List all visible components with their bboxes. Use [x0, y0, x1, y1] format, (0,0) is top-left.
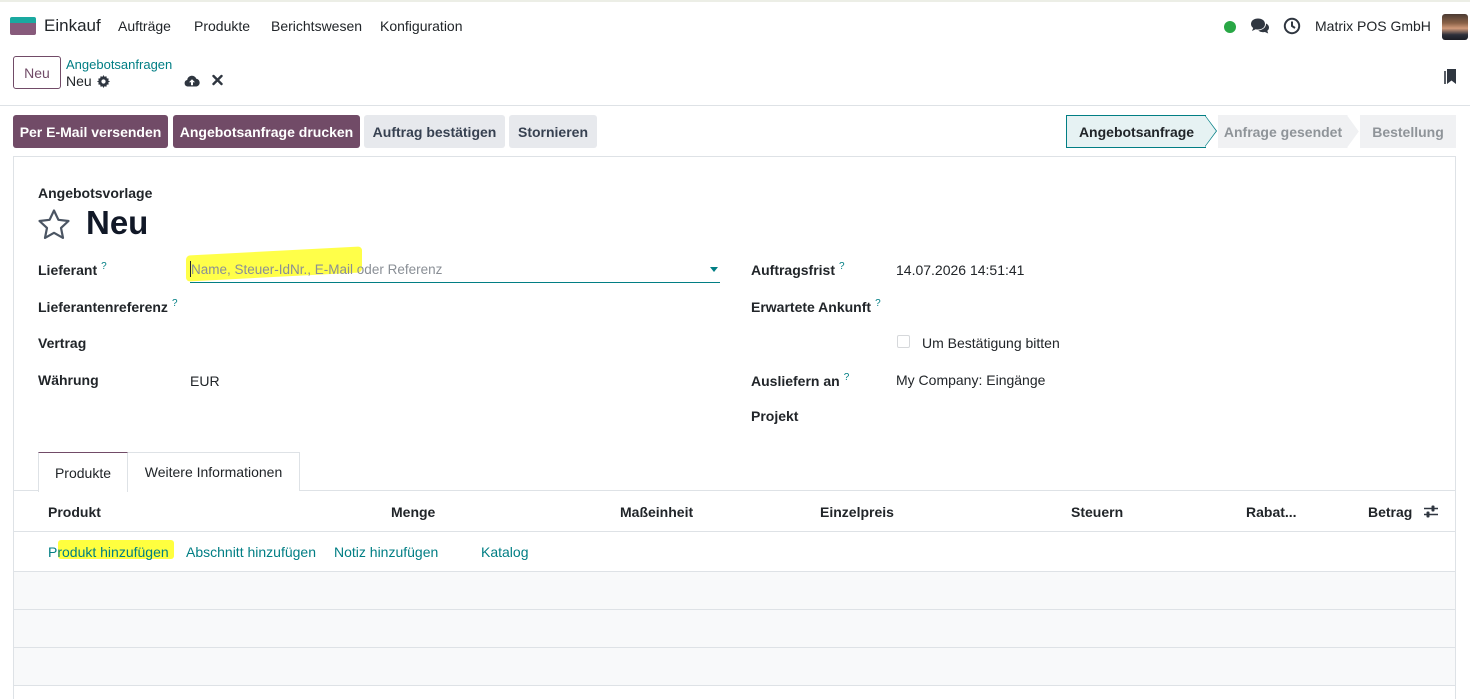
order-deadline-field[interactable]: 14.07.2026 14:51:41	[896, 262, 1024, 278]
stage-rfq-sent[interactable]: Anfrage gesendet	[1218, 115, 1348, 148]
stage-arrow-fill	[1205, 116, 1216, 146]
order-deadline-label: Auftragsfrist?	[751, 261, 845, 278]
column-unit-price[interactable]: Einzelpreis	[820, 504, 894, 520]
add-note-link[interactable]: Notiz hinzufügen	[334, 544, 438, 560]
add-product-link[interactable]: Produkt hinzufügen	[48, 544, 169, 560]
company-switcher[interactable]: Matrix POS GmbH	[1315, 18, 1431, 34]
column-uom[interactable]: Maßeinheit	[620, 504, 693, 520]
stage-chevron	[1347, 115, 1361, 148]
deliver-to-label: Ausliefern an?	[751, 372, 850, 389]
menu-item-configuration[interactable]: Konfiguration	[380, 18, 463, 34]
app-name[interactable]: Einkauf	[44, 16, 101, 36]
menu-item-orders[interactable]: Aufträge	[118, 18, 171, 34]
cancel-button[interactable]: Stornieren	[509, 115, 597, 148]
column-taxes[interactable]: Steuern	[1071, 504, 1123, 520]
tab-other-info[interactable]: Weitere Informationen	[128, 452, 300, 491]
confirm-order-button[interactable]: Auftrag bestätigen	[364, 115, 505, 148]
notebook-tabs: Produkte Weitere Informationen	[14, 452, 1455, 492]
bookmark-icon[interactable]	[1444, 68, 1457, 85]
dropdown-caret-icon[interactable]	[710, 267, 718, 272]
discard-icon[interactable]	[212, 74, 223, 86]
new-button[interactable]: Neu	[13, 56, 61, 89]
add-section-link[interactable]: Abschnitt hinzufügen	[186, 544, 316, 560]
clock-icon[interactable]	[1283, 17, 1301, 35]
vendor-reference-label: Lieferantenreferenz?	[38, 298, 178, 315]
control-panel: Neu Angebotsanfragen Neu	[0, 48, 1470, 106]
column-quantity[interactable]: Menge	[391, 504, 435, 520]
project-label: Projekt	[751, 408, 799, 424]
ask-confirmation-checkbox[interactable]	[897, 335, 910, 348]
empty-table-row	[14, 648, 1455, 686]
empty-table-row	[14, 610, 1455, 648]
status-bar: Per E-Mail versenden Angebotsanfrage dru…	[0, 106, 1470, 156]
record-title: Neu	[86, 204, 149, 241]
purchase-app-icon[interactable]	[10, 17, 36, 35]
vendor-label: Lieferant?	[38, 261, 107, 278]
user-avatar[interactable]	[1442, 14, 1468, 40]
stage-rfq[interactable]: Angebotsanfrage	[1066, 115, 1206, 148]
chat-icon[interactable]	[1250, 17, 1270, 35]
presence-status-icon	[1224, 21, 1236, 33]
column-amount[interactable]: Betrag	[1368, 504, 1412, 520]
form-sheet: Angebotsvorlage Neu Lieferant? Name, Ste…	[13, 156, 1456, 699]
order-lines-header: Produkt Menge Maßeinheit Einzelpreis Ste…	[14, 491, 1455, 532]
empty-table-row	[14, 572, 1455, 610]
currency-field[interactable]: EUR	[190, 373, 220, 389]
star-icon[interactable]	[37, 208, 71, 242]
currency-label: Währung	[38, 372, 99, 388]
send-email-button[interactable]: Per E-Mail versenden	[13, 115, 168, 148]
column-product[interactable]: Produkt	[48, 504, 101, 520]
gear-icon[interactable]	[97, 75, 110, 88]
top-navbar: Einkauf Aufträge Produkte Berichtswesen …	[0, 0, 1470, 48]
tab-products[interactable]: Produkte	[38, 452, 128, 492]
optional-columns-icon[interactable]	[1423, 504, 1439, 519]
ask-confirmation-label: Um Bestätigung bitten	[922, 335, 1060, 351]
text-cursor	[190, 261, 191, 277]
expected-arrival-label: Erwartete Ankunft?	[751, 298, 881, 315]
column-discount[interactable]: Rabat...	[1246, 504, 1297, 520]
breadcrumb-parent[interactable]: Angebotsanfragen	[66, 57, 172, 72]
catalog-link[interactable]: Katalog	[481, 544, 528, 560]
add-line-row: Produkt hinzufügen Abschnitt hinzufügen …	[14, 532, 1455, 572]
contract-label: Vertrag	[38, 335, 87, 351]
menu-item-products[interactable]: Produkte	[194, 18, 250, 34]
deliver-to-field[interactable]: My Company: Eingänge	[896, 372, 1045, 388]
cloud-upload-icon[interactable]	[184, 74, 200, 87]
print-rfq-button[interactable]: Angebotsanfrage drucken	[173, 115, 360, 148]
vendor-placeholder: Name, Steuer-IdNr., E-Mail oder Referenz	[191, 262, 443, 277]
menu-item-reporting[interactable]: Berichtswesen	[271, 18, 362, 34]
quotation-template-label: Angebotsvorlage	[38, 185, 153, 201]
breadcrumb-current: Neu	[66, 73, 92, 89]
stage-purchase-order[interactable]: Bestellung	[1360, 115, 1456, 148]
